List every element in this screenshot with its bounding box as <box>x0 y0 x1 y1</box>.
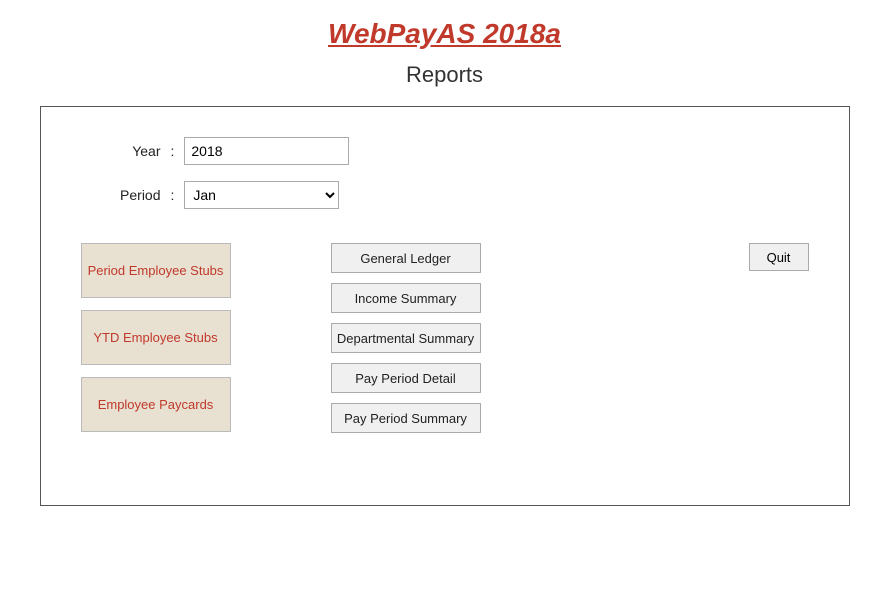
page-wrapper: WebPayAS 2018a Reports Year : Period : J… <box>0 0 889 596</box>
page-heading: Reports <box>406 62 483 88</box>
year-colon: : <box>171 143 175 159</box>
period-colon: : <box>171 187 175 203</box>
right-buttons: General Ledger Income Summary Department… <box>331 243 709 433</box>
employee-paycards-button[interactable]: Employee Paycards <box>81 377 231 432</box>
quit-area: Quit <box>749 243 809 299</box>
app-title: WebPayAS 2018a <box>328 18 561 50</box>
ytd-employee-stubs-button[interactable]: YTD Employee Stubs <box>81 310 231 365</box>
buttons-row: Period Employee Stubs YTD Employee Stubs… <box>81 243 809 433</box>
main-box: Year : Period : Jan Feb Mar Apr May Jun … <box>40 106 850 506</box>
period-employee-stubs-button[interactable]: Period Employee Stubs <box>81 243 231 298</box>
pay-period-summary-button[interactable]: Pay Period Summary <box>331 403 481 433</box>
departmental-summary-button[interactable]: Departmental Summary <box>331 323 481 353</box>
year-row: Year : <box>81 137 809 165</box>
left-buttons: Period Employee Stubs YTD Employee Stubs… <box>81 243 231 432</box>
period-select[interactable]: Jan Feb Mar Apr May Jun Jul Aug Sep Oct … <box>184 181 339 209</box>
quit-button[interactable]: Quit <box>749 243 809 271</box>
general-ledger-button[interactable]: General Ledger <box>331 243 481 273</box>
year-input[interactable] <box>184 137 349 165</box>
pay-period-detail-button[interactable]: Pay Period Detail <box>331 363 481 393</box>
period-label: Period <box>81 187 161 203</box>
period-row: Period : Jan Feb Mar Apr May Jun Jul Aug… <box>81 181 809 209</box>
income-summary-button[interactable]: Income Summary <box>331 283 481 313</box>
year-label: Year <box>81 143 161 159</box>
